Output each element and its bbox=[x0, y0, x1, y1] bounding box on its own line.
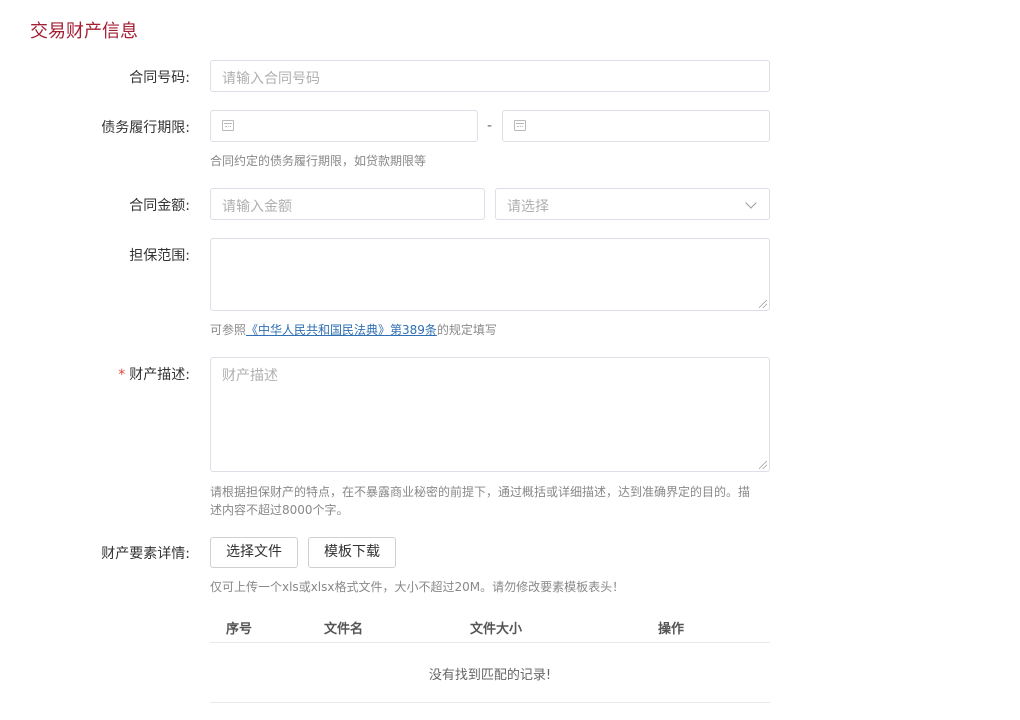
column-header-filename: 文件名 bbox=[324, 622, 364, 637]
guarantee-scope-help: 可参照《中华人民共和国民法典》第389条的规定填写 bbox=[210, 321, 497, 339]
amount-label: 合同金额: bbox=[129, 198, 190, 214]
resize-handle-icon[interactable] bbox=[759, 300, 767, 308]
section-title: 交易财产信息 bbox=[30, 21, 138, 42]
amount-placeholder: 请输入金额 bbox=[222, 199, 292, 215]
choose-file-button[interactable]: 选择文件 bbox=[210, 537, 298, 568]
debt-period-help: 合同约定的债务履行期限，如贷款期限等 bbox=[210, 154, 427, 168]
guarantee-scope-textarea[interactable] bbox=[210, 238, 770, 311]
currency-placeholder: 请选择 bbox=[507, 199, 549, 215]
civil-code-link[interactable]: 《中华人民共和国民法典》第389条 bbox=[246, 323, 437, 337]
property-desc-help: 请根据担保财产的特点，在不暴露商业秘密的前提下，通过概括或详细描述，达到准确界定… bbox=[210, 483, 750, 519]
property-desc-placeholder: 财产描述 bbox=[222, 368, 278, 384]
debt-period-label: 债务履行期限: bbox=[101, 120, 190, 136]
download-template-button[interactable]: 模板下载 bbox=[308, 537, 396, 568]
property-desc-help-line2: 述内容不超过8000个字。 bbox=[210, 503, 349, 517]
debt-period-end-input[interactable] bbox=[502, 110, 770, 142]
column-header-filesize: 文件大小 bbox=[470, 622, 523, 637]
guarantee-scope-label: 担保范围: bbox=[129, 248, 190, 264]
calendar-icon bbox=[514, 120, 526, 131]
contract-no-label: 合同号码: bbox=[129, 70, 190, 86]
currency-select[interactable]: 请选择 bbox=[495, 188, 770, 220]
amount-input[interactable]: 请输入金额 bbox=[210, 188, 485, 220]
property-desc-textarea[interactable]: 财产描述 bbox=[210, 357, 770, 472]
resize-handle-icon[interactable] bbox=[759, 461, 767, 469]
debt-period-start-input[interactable] bbox=[210, 110, 478, 142]
required-mark: * bbox=[118, 367, 126, 383]
column-header-index: 序号 bbox=[226, 622, 253, 637]
property-details-help: 仅可上传一个xls或xlsx格式文件，大小不超过20M。请勿修改要素模板表头！ bbox=[210, 580, 625, 594]
table-header-divider bbox=[210, 642, 770, 643]
table-bottom-divider bbox=[210, 702, 770, 703]
property-desc-help-line1: 请根据担保财产的特点，在不暴露商业秘密的前提下，通过概括或详细描述，达到准确界定… bbox=[210, 485, 751, 499]
calendar-icon bbox=[222, 120, 234, 131]
property-desc-label-text: 财产描述: bbox=[129, 367, 190, 383]
chevron-down-icon bbox=[745, 197, 757, 209]
table-empty-message: 没有找到匹配的记录! bbox=[428, 668, 552, 683]
contract-no-placeholder: 请输入合同号码 bbox=[222, 71, 320, 87]
contract-no-input[interactable]: 请输入合同号码 bbox=[210, 60, 770, 92]
column-header-actions: 操作 bbox=[658, 622, 685, 637]
property-details-label: 财产要素详情: bbox=[101, 546, 190, 562]
property-desc-label: * 财产描述: bbox=[118, 364, 190, 384]
date-range-separator: - bbox=[487, 118, 493, 134]
guarantee-scope-help-suffix: 的规定填写 bbox=[436, 323, 497, 337]
guarantee-scope-help-prefix: 可参照 bbox=[210, 323, 247, 337]
